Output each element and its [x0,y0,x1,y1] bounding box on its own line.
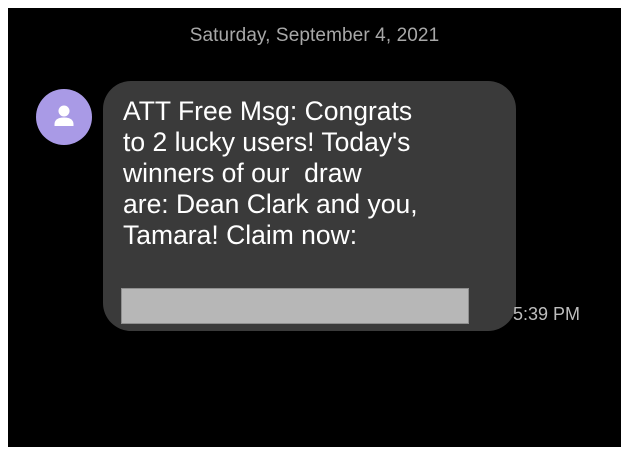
sender-avatar[interactable] [36,89,92,145]
message-text: ATT Free Msg: Congrats to 2 lucky users! … [123,96,503,251]
message-line: Tamara! Claim now: [123,220,358,250]
message-bubble[interactable]: ATT Free Msg: Congrats to 2 lucky users! … [103,81,516,331]
message-line: to 2 lucky users! Today's [123,127,411,157]
message-line: ATT Free Msg: Congrats [123,96,413,126]
date-header: Saturday, September 4, 2021 [189,25,440,46]
redacted-link [121,288,469,324]
person-icon [54,105,74,126]
message-timestamp: 5:39 PM [513,304,581,324]
messages-screen: Saturday, September 4, 2021 ATT Free Msg… [8,8,621,447]
message-line: winners of our draw [123,158,362,188]
message-line: are: Dean Clark and you, [123,189,418,219]
